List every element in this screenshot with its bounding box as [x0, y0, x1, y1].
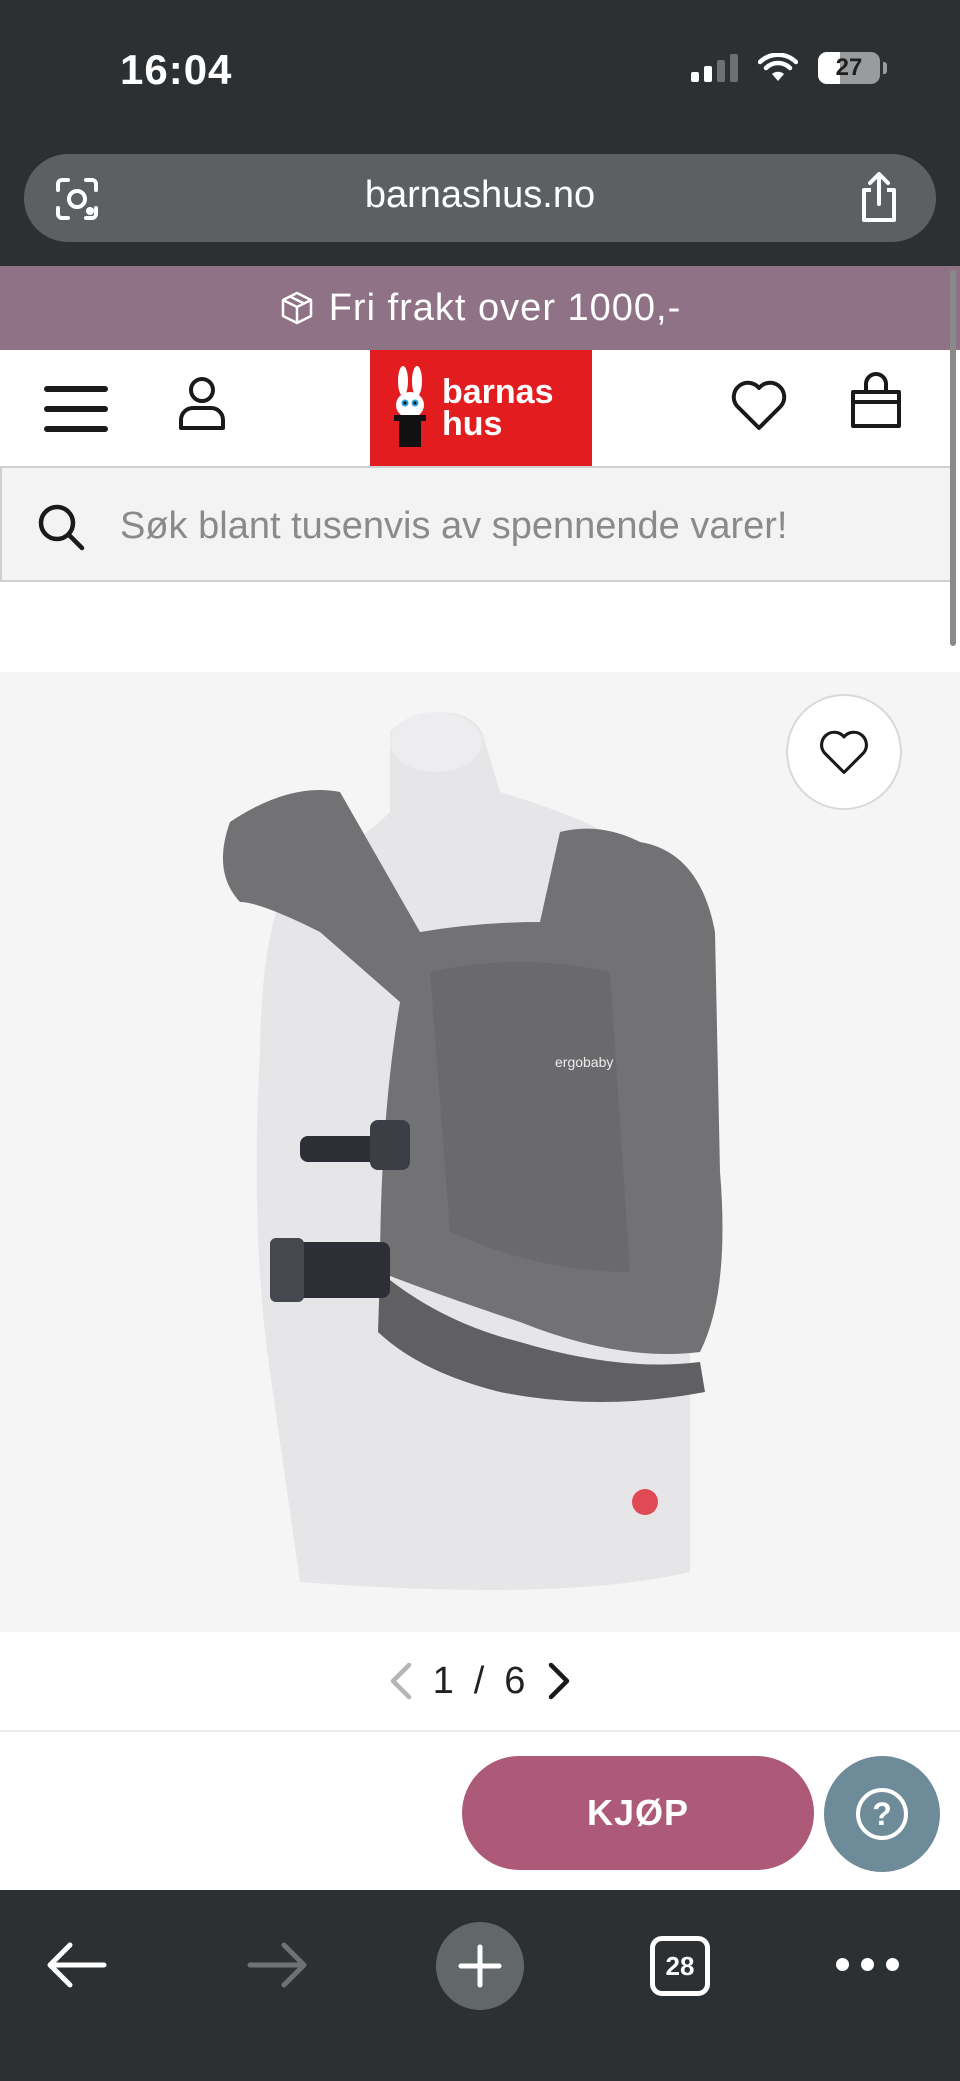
pager-total: 6: [504, 1659, 528, 1702]
chevron-right-icon[interactable]: [545, 1661, 573, 1701]
product-image-gallery[interactable]: ergobaby: [0, 672, 960, 1632]
address-bar[interactable]: barnashus.no: [24, 154, 936, 242]
battery-icon: 27: [818, 52, 887, 84]
free-shipping-banner: Fri frakt over 1000,-: [0, 266, 960, 350]
browser-chrome: 16:04 27 barnashus.no: [0, 0, 960, 266]
rabbit-hat-logo-icon: [394, 366, 426, 447]
pager-current: 1: [432, 1659, 456, 1702]
browser-toolbar: 28: [0, 1890, 960, 2081]
logo-wordmark: barnas hus: [442, 373, 554, 443]
tabs-button[interactable]: 28: [650, 1936, 710, 1996]
chevron-left-icon[interactable]: [387, 1661, 415, 1701]
help-button[interactable]: ?: [824, 1756, 940, 1872]
heart-icon: [820, 730, 868, 774]
more-options-icon[interactable]: [836, 1958, 899, 1971]
help-question-icon: ?: [856, 1788, 908, 1840]
battery-level: 27: [835, 54, 863, 81]
wifi-icon: [758, 53, 798, 81]
status-indicators: 27: [691, 52, 887, 84]
status-time: 16:04: [120, 46, 233, 93]
cellular-signal-icon: [691, 54, 738, 82]
shopping-bag-icon[interactable]: [848, 372, 904, 432]
search-icon: [38, 504, 85, 551]
promo-text: Fri frakt over 1000,-: [328, 286, 682, 329]
help-label: ?: [872, 1796, 892, 1832]
search-bar[interactable]: [0, 466, 956, 582]
package-icon: [281, 291, 312, 325]
new-tab-button[interactable]: [436, 1922, 524, 2010]
site-header: barnas hus: [0, 350, 960, 466]
search-input[interactable]: [120, 498, 940, 554]
forward-arrow-icon[interactable]: [246, 1940, 310, 1990]
user-account-icon[interactable]: [176, 374, 228, 432]
pager-separator: /: [473, 1659, 487, 1702]
back-arrow-icon[interactable]: [44, 1940, 108, 1990]
add-to-favorites-button[interactable]: [786, 694, 902, 810]
gallery-pager: 1 / 6: [0, 1632, 960, 1732]
site-logo[interactable]: barnas hus: [370, 350, 592, 466]
product-image: ergobaby: [222, 712, 723, 1590]
wishlist-heart-icon[interactable]: [730, 378, 788, 432]
page-scrollbar[interactable]: [950, 270, 956, 646]
share-icon[interactable]: [854, 170, 904, 224]
menu-icon[interactable]: [44, 386, 108, 432]
plus-icon: [458, 1944, 502, 1988]
svg-text:ergobaby: ergobaby: [555, 1054, 613, 1070]
url-text: barnashus.no: [364, 174, 596, 216]
buy-button[interactable]: KJØP: [462, 1756, 814, 1870]
